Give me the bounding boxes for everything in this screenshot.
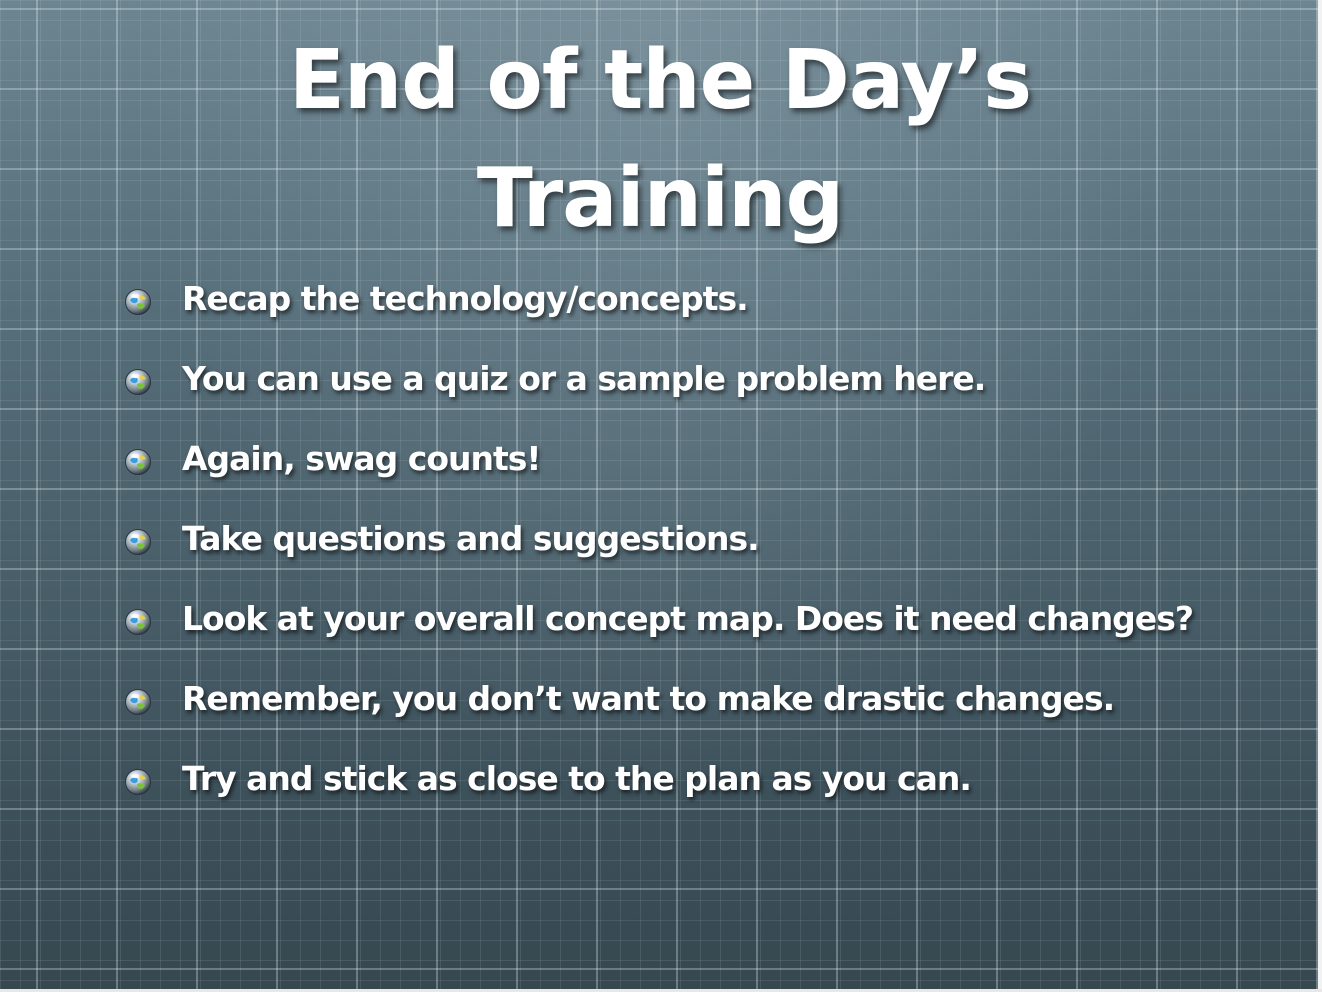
- bullet-text: Again, swag counts!: [182, 439, 541, 478]
- bullet-list: Recap the technology/concepts. You can u…: [124, 276, 1194, 836]
- slide-title-line-2: Training: [476, 151, 844, 246]
- globe-marble-icon: [124, 288, 152, 316]
- globe-marble-icon: [124, 768, 152, 796]
- globe-marble-icon: [124, 688, 152, 716]
- bullet-item: Try and stick as close to the plan as yo…: [124, 756, 1193, 836]
- bullet-item: Remember, you don’t want to make drastic…: [124, 676, 1193, 756]
- slide-title: End of the Day’s Training: [160, 22, 1160, 258]
- bullet-text: Look at your overall concept map. Does i…: [182, 599, 1194, 638]
- slide-right-edge: [1318, 0, 1322, 992]
- bullet-item: Take questions and suggestions.: [124, 516, 1193, 596]
- globe-marble-icon: [124, 528, 152, 556]
- bullet-item: Look at your overall concept map. Does i…: [124, 596, 1194, 676]
- bullet-text: Take questions and suggestions.: [182, 519, 760, 558]
- bullet-text: Recap the technology/concepts.: [182, 279, 749, 318]
- bullet-text: Try and stick as close to the plan as yo…: [182, 759, 972, 798]
- slide: End of the Day’s Training Recap the tech…: [0, 0, 1322, 992]
- bullet-text: Remember, you don’t want to make drastic…: [182, 679, 1115, 718]
- globe-marble-icon: [124, 608, 152, 636]
- bullet-item: Again, swag counts!: [124, 436, 1193, 516]
- bullet-text: You can use a quiz or a sample problem h…: [182, 359, 986, 398]
- bullet-item: You can use a quiz or a sample problem h…: [124, 356, 1193, 436]
- slide-title-line-1: End of the Day’s: [288, 33, 1032, 128]
- globe-marble-icon: [124, 368, 152, 396]
- globe-marble-icon: [124, 448, 152, 476]
- bullet-item: Recap the technology/concepts.: [124, 276, 1193, 356]
